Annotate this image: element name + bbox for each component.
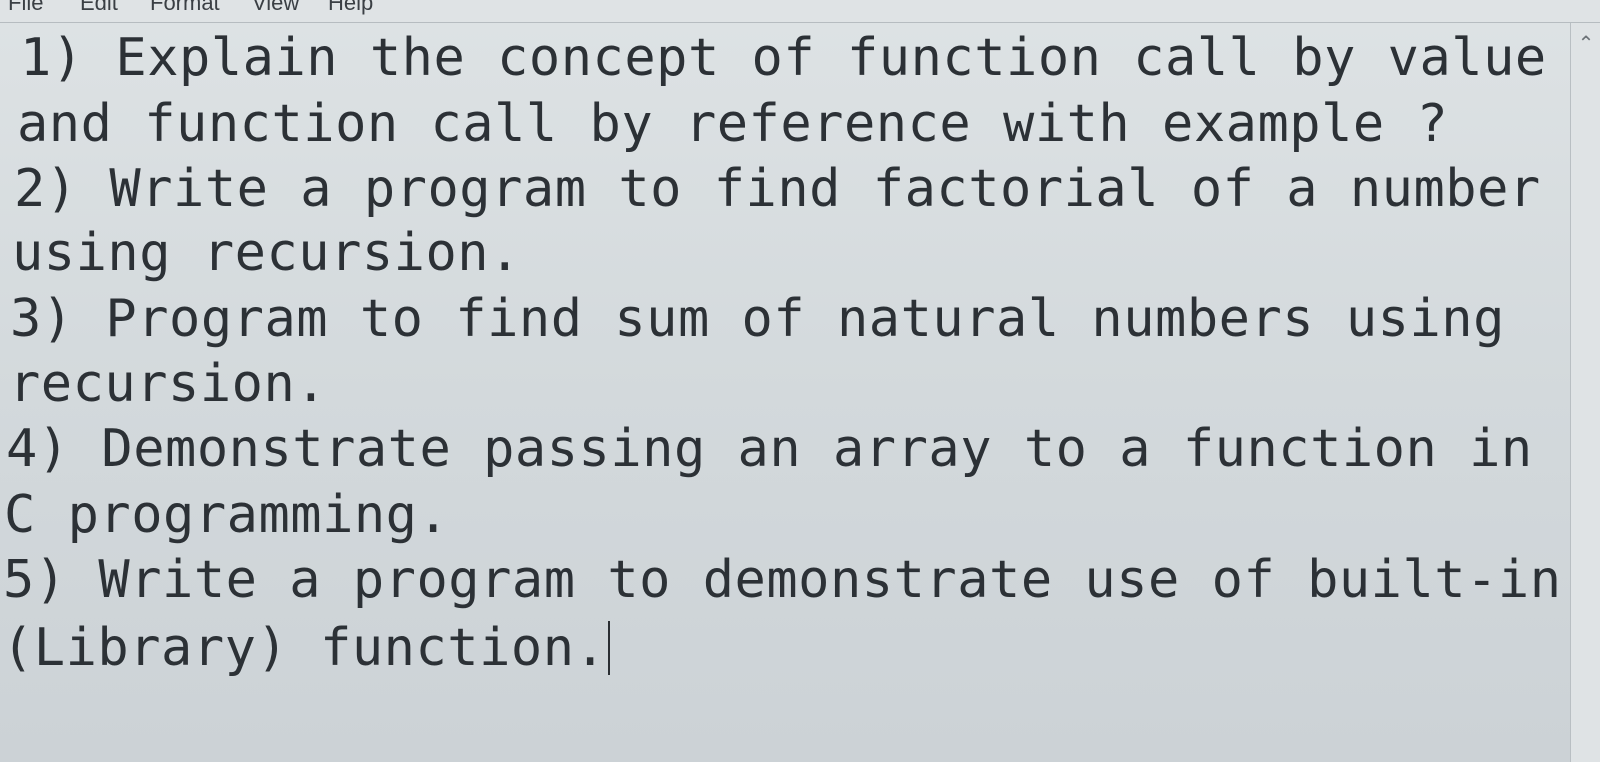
menu-help[interactable]: Help	[328, 0, 373, 16]
text-editor-area[interactable]: 1) Explain the concept of function call …	[0, 23, 1570, 762]
menu-edit[interactable]: Edit	[80, 0, 118, 16]
text-line: and function call by reference with exam…	[17, 94, 1449, 154]
text-line: 2) Write a program to find factorial of …	[14, 159, 1541, 219]
text-line-content: (Library) function.	[2, 618, 607, 678]
menu-bar: File Edit Format View Help	[0, 0, 1600, 23]
text-line: 4) Demonstrate passing an array to a fun…	[6, 419, 1533, 479]
vertical-scrollbar[interactable]: ⌃	[1570, 23, 1600, 762]
menu-file[interactable]: File	[8, 0, 43, 16]
notepad-window: File Edit Format View Help 1) Explain th…	[0, 0, 1600, 762]
text-line: recursion.	[9, 354, 328, 414]
text-line: 1) Explain the concept of function call …	[20, 28, 1547, 88]
text-line: 5) Write a program to demonstrate use of…	[3, 550, 1562, 610]
menu-format[interactable]: Format	[150, 0, 220, 16]
text-caret	[608, 621, 611, 675]
text-line-last: (Library) function.	[2, 618, 611, 678]
text-line: 3) Program to find sum of natural number…	[10, 289, 1505, 349]
menu-view[interactable]: View	[252, 0, 299, 16]
chevron-up-icon[interactable]: ⌃	[1571, 23, 1600, 63]
text-line: using recursion.	[12, 223, 521, 283]
text-line: C programming.	[4, 485, 450, 545]
